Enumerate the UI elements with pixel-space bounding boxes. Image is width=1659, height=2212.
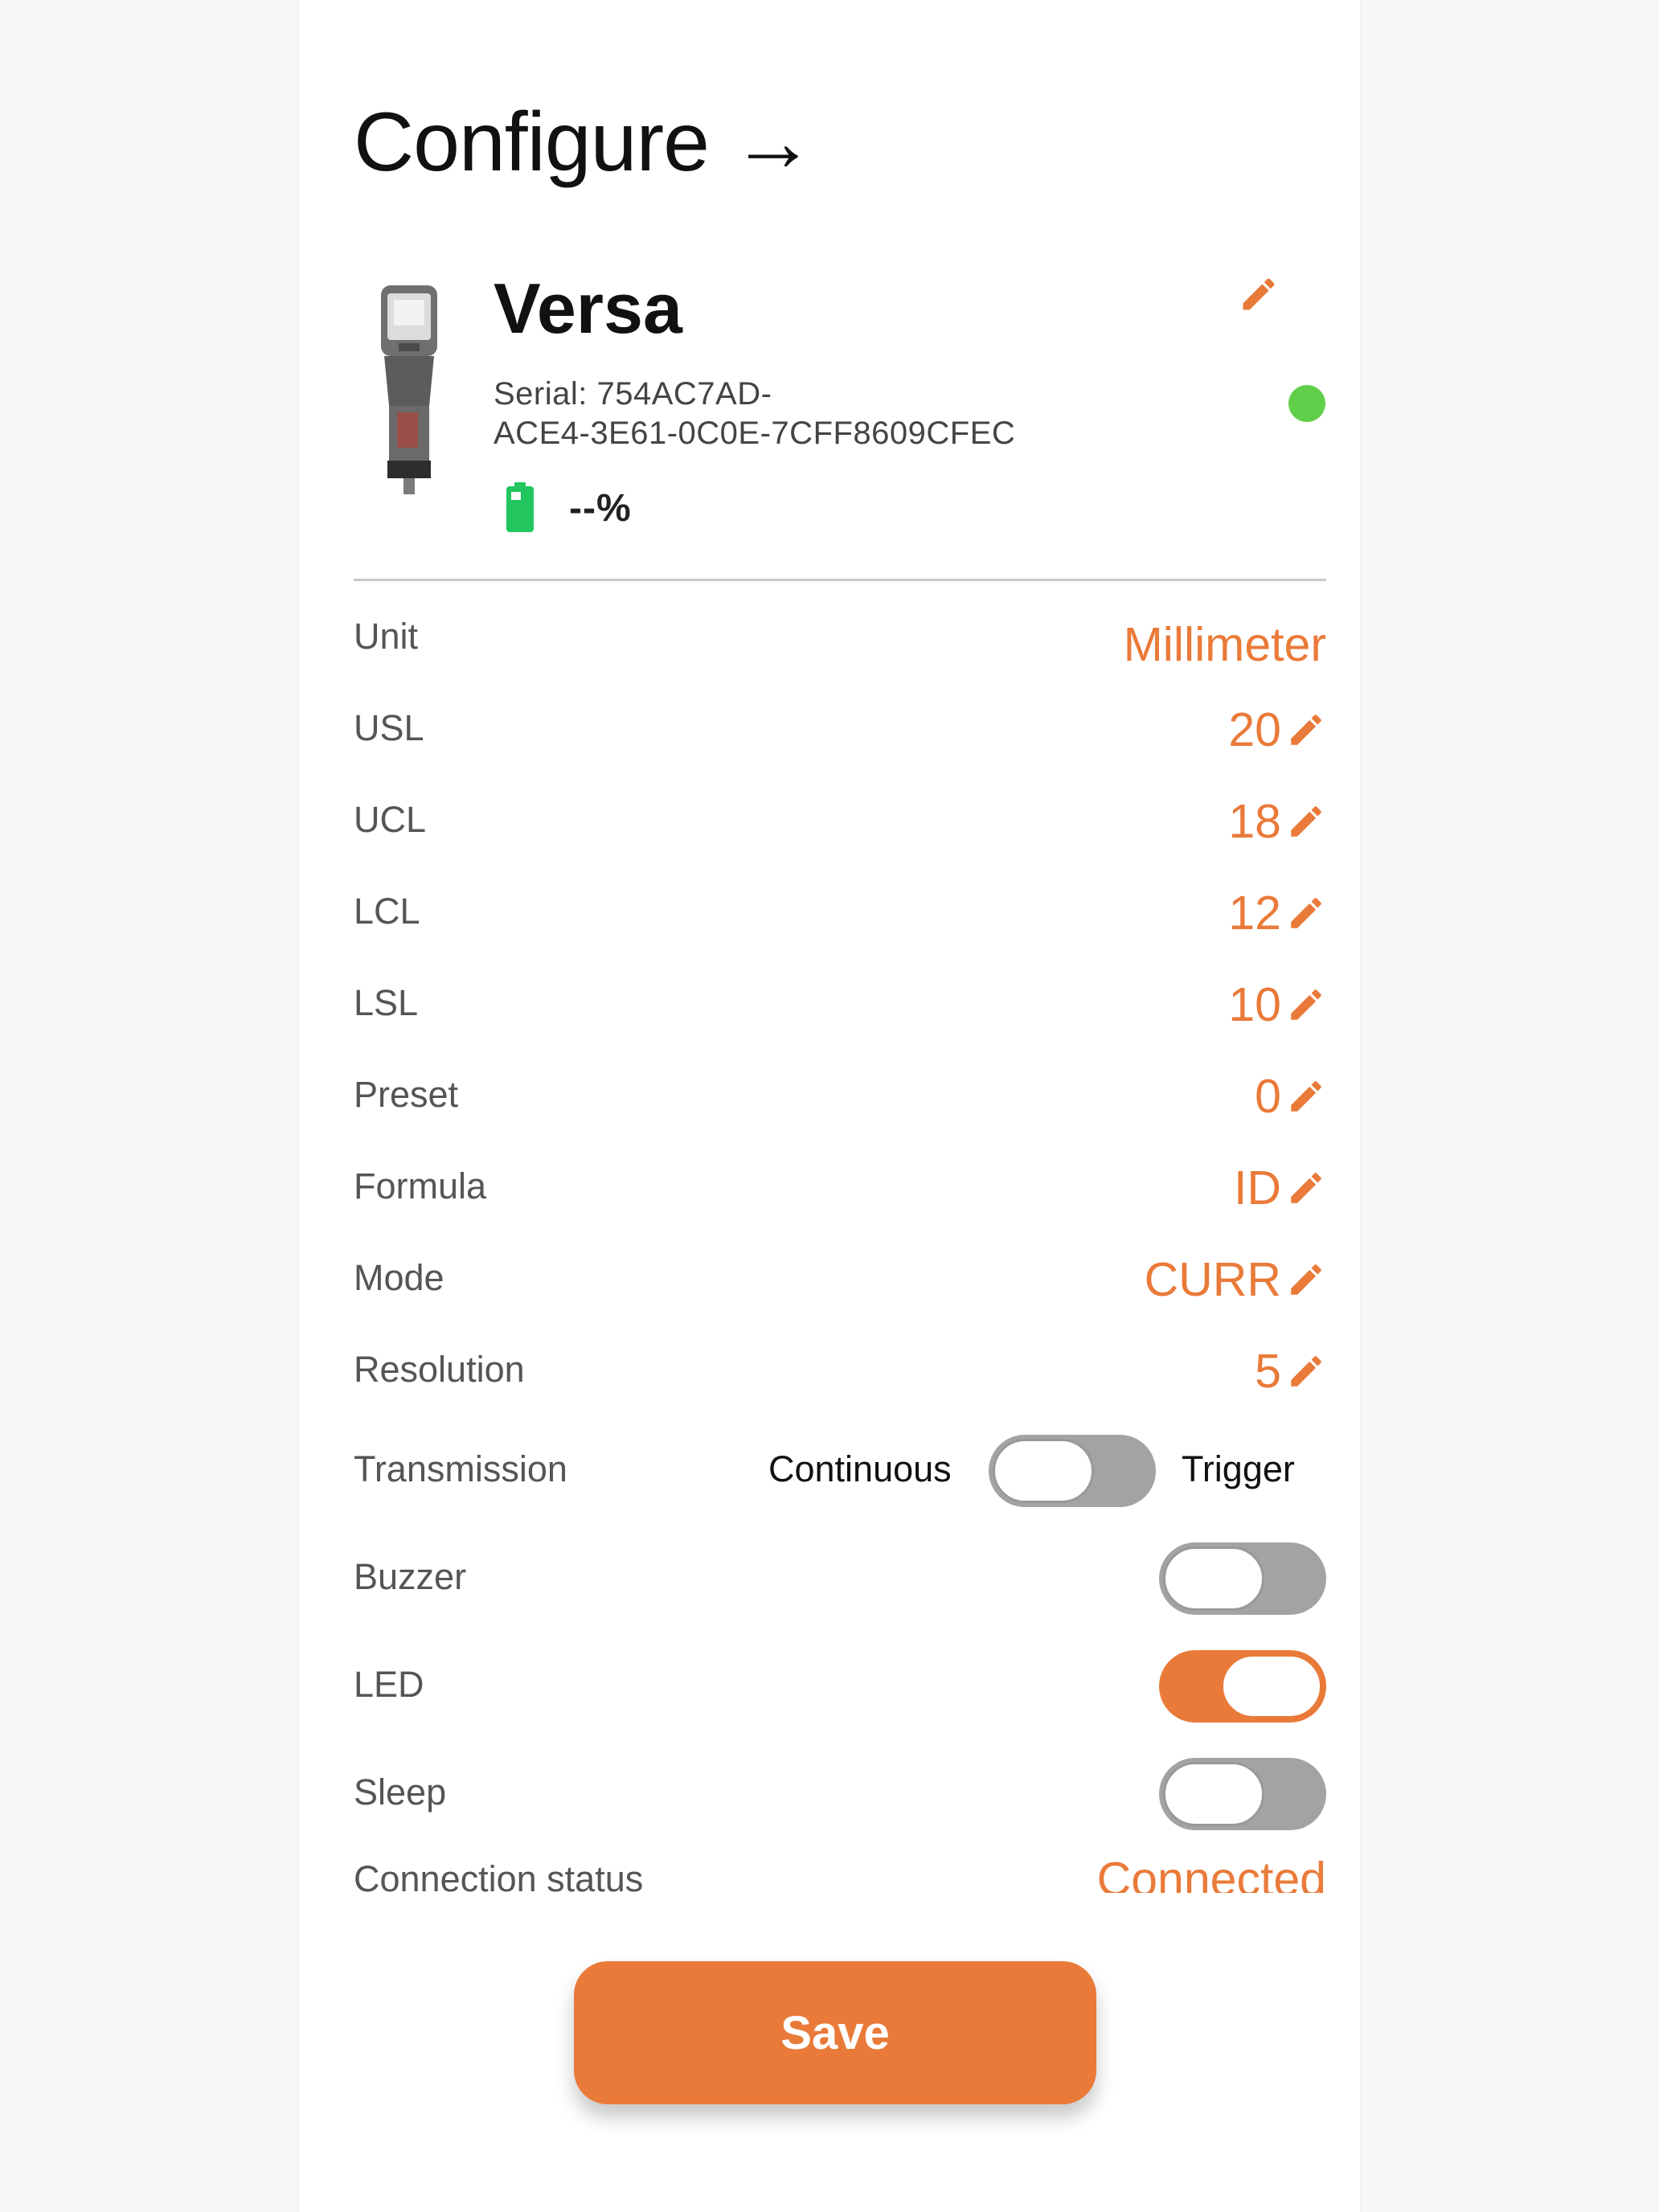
transmission-trigger-label: Trigger	[1182, 1448, 1295, 1489]
device-serial: Serial: 754AC7AD- ACE4-3E61-0C0E-7CFF860…	[494, 375, 1217, 453]
device-name: Versa	[494, 268, 682, 348]
setting-row-led: LED	[354, 1646, 1326, 1735]
led-label: LED	[354, 1664, 424, 1705]
pencil-icon[interactable]	[1286, 801, 1326, 842]
setting-row-usl[interactable]: USL 20	[354, 703, 1326, 772]
led-toggle[interactable]	[1159, 1650, 1326, 1722]
setting-row-lsl[interactable]: LSL 10	[354, 978, 1326, 1047]
header-divider	[354, 579, 1326, 581]
toggle-knob	[993, 1439, 1094, 1503]
formula-value: ID	[1234, 1161, 1281, 1215]
ucl-value: 18	[1228, 795, 1281, 848]
lcl-label: LCL	[354, 891, 420, 932]
battery-icon	[506, 482, 534, 532]
pencil-icon[interactable]	[1286, 893, 1326, 933]
preset-value-group[interactable]: 0	[1255, 1069, 1326, 1124]
setting-row-connection-status: Connection status Connected	[354, 1853, 1326, 1893]
usl-value: 20	[1228, 703, 1281, 756]
setting-row-unit[interactable]: Unit Millimeter	[354, 616, 1326, 680]
resolution-value-group[interactable]: 5	[1255, 1344, 1326, 1399]
lsl-label: LSL	[354, 982, 419, 1023]
connection-status-label: Connection status	[354, 1858, 644, 1893]
toggle-knob	[1221, 1654, 1322, 1718]
save-button[interactable]: Save	[574, 1961, 1096, 2104]
pencil-icon[interactable]	[1286, 985, 1326, 1025]
connection-status-dot	[1288, 385, 1325, 422]
transmission-continuous-label: Continuous	[768, 1448, 952, 1489]
serial-line-1: Serial: 754AC7AD-	[494, 376, 772, 412]
pencil-icon[interactable]	[1238, 273, 1280, 315]
lsl-value-group[interactable]: 10	[1228, 977, 1326, 1032]
resolution-value: 5	[1255, 1345, 1281, 1398]
setting-row-ucl[interactable]: UCL 18	[354, 795, 1326, 863]
sleep-toggle[interactable]	[1159, 1758, 1326, 1830]
ucl-value-group[interactable]: 18	[1228, 794, 1326, 849]
unit-label: Unit	[354, 616, 419, 657]
pencil-icon[interactable]	[1286, 1351, 1326, 1391]
ucl-label: UCL	[354, 799, 427, 840]
lcl-value-group[interactable]: 12	[1228, 886, 1326, 940]
pencil-icon[interactable]	[1286, 1168, 1326, 1208]
sleep-label: Sleep	[354, 1772, 447, 1813]
buzzer-toggle[interactable]	[1159, 1542, 1326, 1615]
setting-row-resolution[interactable]: Resolution 5	[354, 1345, 1326, 1413]
lcl-value: 12	[1228, 887, 1281, 940]
formula-label: Formula	[354, 1165, 487, 1206]
toggle-knob	[1163, 1762, 1264, 1826]
mode-value-group[interactable]: CURR	[1145, 1252, 1326, 1307]
setting-row-formula[interactable]: Formula ID	[354, 1161, 1326, 1230]
battery-level: --%	[569, 487, 632, 530]
pencil-icon[interactable]	[1286, 1076, 1326, 1116]
transmission-toggle[interactable]	[989, 1435, 1156, 1507]
pencil-icon[interactable]	[1286, 1260, 1326, 1300]
setting-row-preset[interactable]: Preset 0	[354, 1070, 1326, 1138]
buzzer-label: Buzzer	[354, 1556, 467, 1597]
arrow-right-icon: →	[731, 96, 815, 189]
setting-row-buzzer: Buzzer	[354, 1538, 1326, 1627]
resolution-label: Resolution	[354, 1349, 525, 1390]
page-title[interactable]: Configure →	[354, 100, 815, 184]
transmission-label: Transmission	[354, 1448, 567, 1489]
preset-label: Preset	[354, 1074, 459, 1115]
serial-line-2: ACE4-3E61-0C0E-7CFF8609CFEC	[494, 416, 1016, 451]
settings-list: Unit Millimeter USL 20 UCL 18 LCL 12 LSL…	[354, 587, 1326, 1893]
unit-value[interactable]: Millimeter	[1124, 617, 1326, 672]
toggle-knob	[1163, 1546, 1264, 1611]
page-title-text: Configure	[354, 96, 710, 189]
pencil-icon[interactable]	[1286, 710, 1326, 750]
usl-label: USL	[354, 707, 424, 748]
setting-row-sleep: Sleep	[354, 1754, 1326, 1842]
lsl-value: 10	[1228, 978, 1281, 1031]
mode-label: Mode	[354, 1257, 444, 1298]
usl-value-group[interactable]: 20	[1228, 703, 1326, 757]
formula-value-group[interactable]: ID	[1234, 1161, 1326, 1215]
preset-value: 0	[1255, 1070, 1281, 1123]
mode-value: CURR	[1144, 1253, 1281, 1306]
setting-row-transmission: Transmission Continuous Trigger	[354, 1431, 1326, 1519]
setting-row-mode[interactable]: Mode CURR	[354, 1253, 1326, 1321]
setting-row-lcl[interactable]: LCL 12	[354, 887, 1326, 955]
device-image	[381, 285, 437, 494]
connection-status-value: Connected	[1096, 1853, 1326, 1893]
